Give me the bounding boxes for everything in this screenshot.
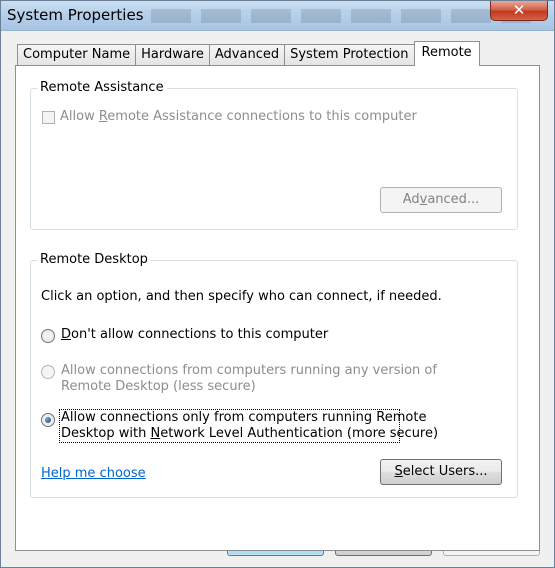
tab-remote[interactable]: Remote: [413, 41, 480, 66]
dont-allow-connections-radio[interactable]: [41, 329, 55, 343]
title-bar[interactable]: System Properties ✕: [1, 1, 554, 31]
tab-advanced[interactable]: Advanced: [208, 44, 286, 66]
help-me-choose-link[interactable]: Help me choose: [41, 466, 146, 481]
close-icon: ✕: [512, 1, 526, 19]
allow-remote-assistance-label[interactable]: Allow Remote Assistance connections to t…: [60, 109, 417, 124]
allow-nla-only-label-line1: Allow connections only from computers ru…: [61, 410, 427, 425]
system-properties-window: System Properties ✕ Computer Name Hardwa…: [0, 0, 555, 568]
title-bar-background-blur: [151, 9, 531, 23]
select-users-button[interactable]: Select Users...: [380, 459, 502, 485]
tab-hardware[interactable]: Hardware: [135, 44, 210, 66]
remote-desktop-group-label: Remote Desktop: [37, 252, 151, 267]
tab-strip: Computer Name Hardware Advanced System P…: [17, 41, 480, 66]
tab-computer-name[interactable]: Computer Name: [17, 44, 137, 66]
dont-allow-connections-label[interactable]: Don't allow connections to this computer: [61, 327, 328, 342]
remote-tab-panel: Remote Assistance Allow Remote Assistanc…: [15, 65, 540, 551]
close-button[interactable]: ✕: [490, 1, 548, 21]
advanced-button[interactable]: Advanced...: [380, 187, 502, 213]
tab-system-protection[interactable]: System Protection: [284, 44, 415, 66]
radio-selected-dot: [45, 417, 51, 423]
dialog-body: Computer Name Hardware Advanced System P…: [8, 31, 547, 561]
allow-nla-only-label[interactable]: Allow connections only from computers ru…: [59, 409, 438, 443]
allow-nla-only-label-line2: Desktop with Network Level Authenticatio…: [61, 426, 439, 441]
remote-assistance-group-label: Remote Assistance: [37, 80, 167, 95]
allow-any-version-label-line1[interactable]: Allow connections from computers running…: [61, 363, 437, 378]
allow-any-version-radio[interactable]: [41, 365, 55, 379]
allow-nla-only-radio[interactable]: [41, 413, 55, 427]
allow-remote-assistance-checkbox[interactable]: [42, 111, 55, 124]
window-title: System Properties: [7, 6, 144, 24]
allow-any-version-label-line2[interactable]: Remote Desktop (less secure): [61, 379, 256, 394]
remote-desktop-instruction: Click an option, and then specify who ca…: [41, 289, 442, 304]
